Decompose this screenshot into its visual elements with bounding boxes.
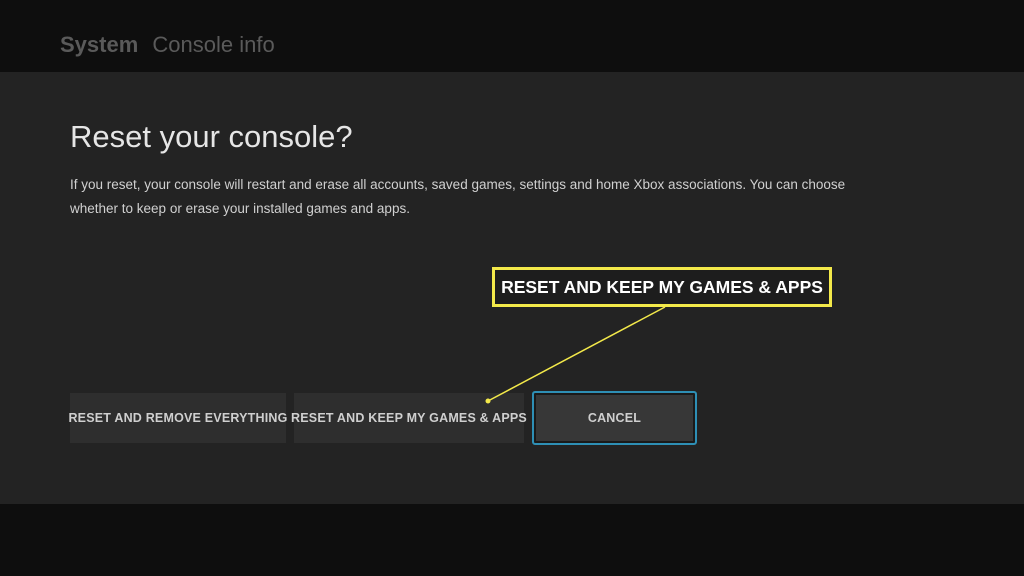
- header: System Console info: [0, 0, 1024, 72]
- reset-remove-everything-button[interactable]: RESET AND REMOVE EVERYTHING: [68, 393, 287, 443]
- footer: [0, 504, 1024, 576]
- breadcrumb-section: System: [60, 32, 139, 57]
- breadcrumb: System Console info: [60, 32, 275, 58]
- annotation-callout: RESET AND KEEP MY GAMES & APPS: [492, 267, 832, 307]
- dialog-description: If you reset, your console will restart …: [70, 177, 846, 216]
- reset-keep-games-button[interactable]: RESET AND KEEP MY GAMES & APPS: [291, 393, 527, 443]
- breadcrumb-page: Console info: [152, 32, 275, 57]
- dialog-title: Reset your console?: [70, 119, 353, 154]
- screen: System Console info Reset your console? …: [0, 0, 1024, 576]
- cancel-button[interactable]: CANCEL: [532, 391, 697, 445]
